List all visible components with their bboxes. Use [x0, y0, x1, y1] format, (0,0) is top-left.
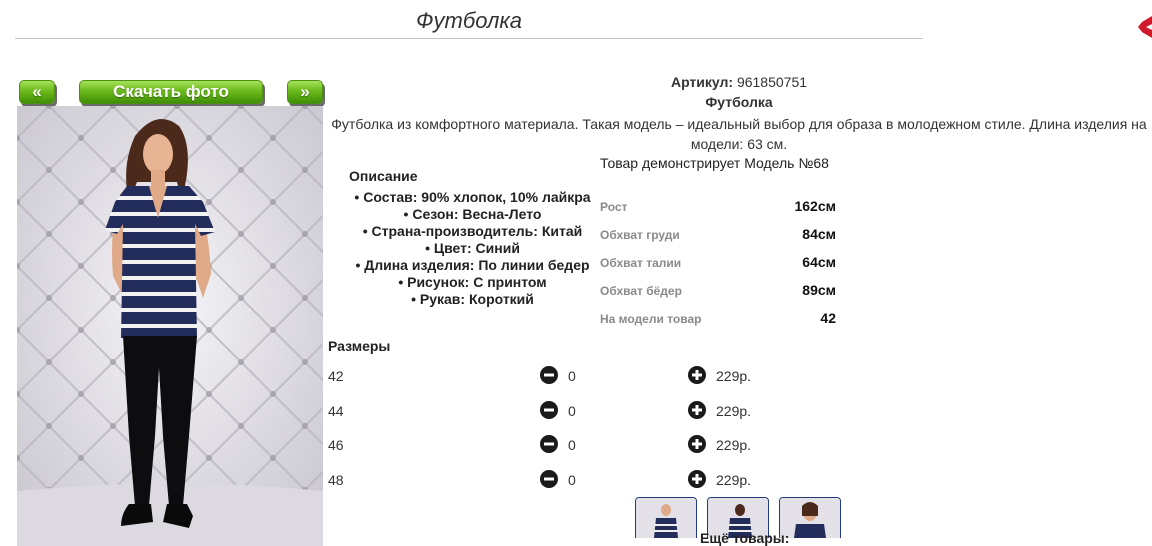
- measurement-value: 42: [820, 310, 836, 326]
- measurement-value: 64см: [802, 254, 836, 270]
- specs-list: Состав: 90% хлопок, 10% лайкра Сезон: Ве…: [345, 189, 600, 308]
- prev-photo-button[interactable]: «: [19, 80, 55, 104]
- photo-thumbnail[interactable]: [635, 497, 697, 538]
- spec-item: Рисунок: С принтом: [345, 274, 600, 291]
- plus-circle-icon[interactable]: [688, 470, 706, 488]
- plus-circle-icon[interactable]: [688, 401, 706, 419]
- size-row: 48 0 229р.: [328, 470, 768, 490]
- sku-label: Артикул:: [670, 74, 734, 90]
- spec-item: Длина изделия: По линии бедер: [345, 257, 600, 274]
- measurement-label: Рост: [600, 200, 628, 214]
- minus-circle-icon[interactable]: [540, 366, 558, 384]
- measurement-row: Рост 162см: [600, 196, 836, 224]
- measurement-value: 162см: [794, 198, 836, 214]
- measurement-row: Обхват бёдер 89см: [600, 280, 836, 308]
- product-name: Футболка: [705, 94, 773, 110]
- measurement-label: Обхват бёдер: [600, 284, 682, 298]
- size-label: 48: [328, 472, 344, 488]
- more-products-label: Ещё товары:: [700, 530, 790, 546]
- price-value: 229р.: [716, 472, 752, 488]
- measurement-label: Обхват талии: [600, 256, 682, 270]
- measurement-row: Обхват талии 64см: [600, 252, 836, 280]
- product-photo[interactable]: [17, 106, 323, 546]
- quantity-value: 0: [568, 368, 576, 384]
- plus-circle-icon[interactable]: [688, 435, 706, 453]
- price-value: 229р.: [716, 368, 752, 384]
- measurement-row: Обхват груди 84см: [600, 224, 836, 252]
- quantity-value: 0: [568, 437, 576, 453]
- close-x-icon[interactable]: [1138, 10, 1152, 44]
- measurement-label: На модели товар: [600, 312, 702, 326]
- size-row: 46 0 229р.: [328, 435, 768, 455]
- quantity-value: 0: [568, 403, 576, 419]
- page-title: Футболка: [15, 8, 923, 39]
- size-label: 42: [328, 368, 344, 384]
- model-note: Товар демонстрирует Модель №68: [600, 155, 829, 171]
- minus-circle-icon[interactable]: [540, 435, 558, 453]
- specs-heading: Описание: [349, 168, 418, 184]
- size-row: 42 0 229р.: [328, 366, 768, 386]
- next-photo-button[interactable]: »: [287, 80, 323, 104]
- spec-item: Состав: 90% хлопок, 10% лайкра: [345, 189, 600, 206]
- sku-line: Артикул: 961850751: [330, 74, 1148, 90]
- model-measurements: Рост 162см Обхват груди 84см Обхват тали…: [600, 196, 836, 336]
- measurement-label: Обхват груди: [600, 228, 680, 242]
- sku-value: 961850751: [736, 74, 808, 90]
- measurement-row: На модели товар 42: [600, 308, 836, 336]
- measurement-value: 84см: [802, 226, 836, 242]
- model-photo-illustration: [17, 106, 323, 546]
- spec-item: Рукав: Короткий: [345, 291, 600, 308]
- measurement-value: 89см: [802, 282, 836, 298]
- minus-circle-icon[interactable]: [540, 401, 558, 419]
- thumbnail-image: [636, 498, 696, 538]
- spec-item: Цвет: Синий: [345, 240, 600, 257]
- size-row: 44 0 229р.: [328, 401, 768, 421]
- sizes-heading: Размеры: [328, 338, 391, 354]
- minus-circle-icon[interactable]: [540, 470, 558, 488]
- size-label: 46: [328, 437, 344, 453]
- price-value: 229р.: [716, 403, 752, 419]
- download-photo-button[interactable]: Скачать фото: [79, 80, 263, 104]
- quantity-value: 0: [568, 472, 576, 488]
- spec-item: Страна-производитель: Китай: [345, 223, 600, 240]
- size-label: 44: [328, 403, 344, 419]
- product-description: Футболка из комфортного материала. Такая…: [331, 116, 1147, 152]
- price-value: 229р.: [716, 437, 752, 453]
- spec-item: Сезон: Весна-Лето: [345, 206, 600, 223]
- plus-circle-icon[interactable]: [688, 366, 706, 384]
